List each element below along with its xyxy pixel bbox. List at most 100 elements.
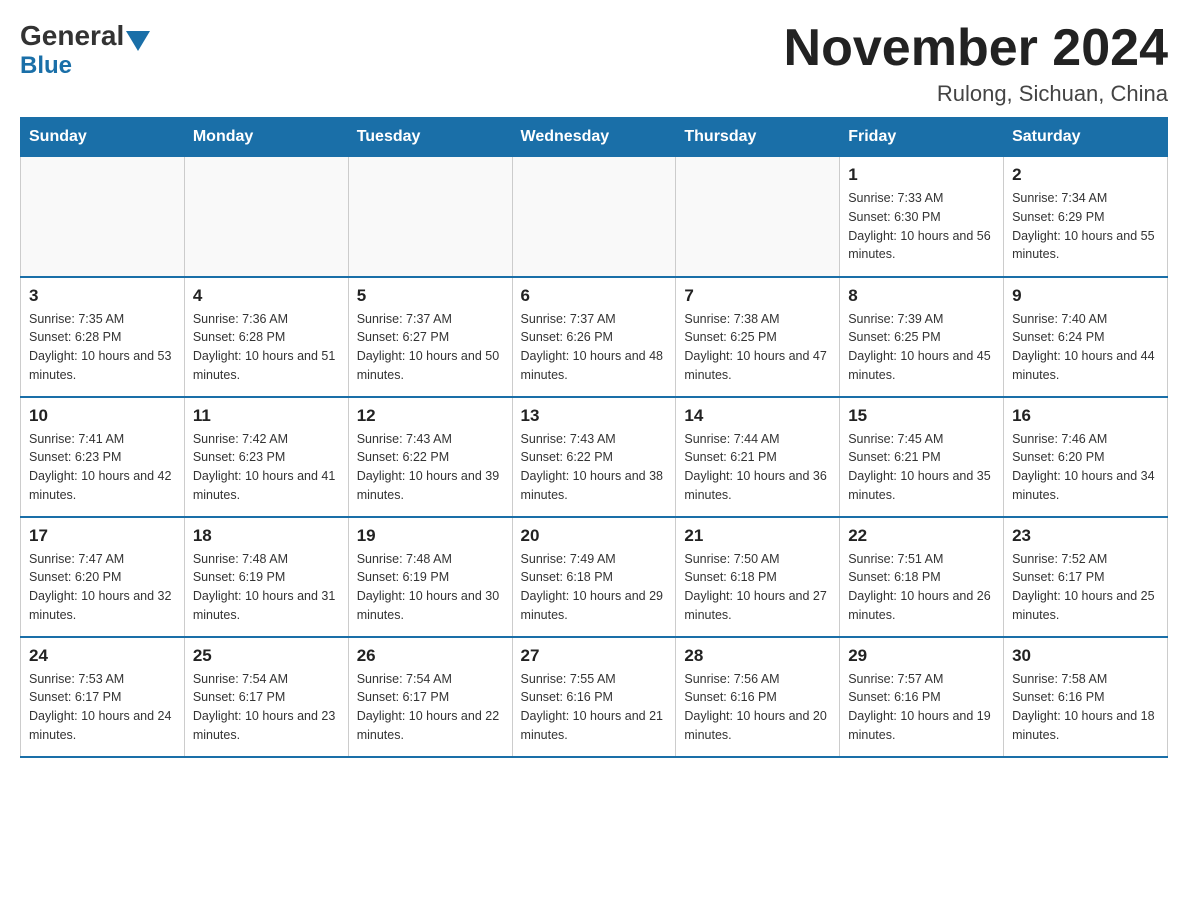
header-wednesday: Wednesday [512, 118, 676, 157]
calendar-cell [21, 157, 185, 277]
day-info: Sunrise: 7:51 AMSunset: 6:18 PMDaylight:… [848, 550, 995, 625]
logo-triangle-icon [126, 31, 150, 51]
calendar-cell: 30Sunrise: 7:58 AMSunset: 6:16 PMDayligh… [1004, 637, 1168, 757]
day-number: 27 [521, 646, 668, 666]
day-info: Sunrise: 7:33 AMSunset: 6:30 PMDaylight:… [848, 189, 995, 264]
calendar-cell: 6 Sunrise: 7:37 AMSunset: 6:26 PMDaylight… [512, 277, 676, 397]
day-info: Sunrise: 7:53 AMSunset: 6:17 PMDaylight:… [29, 670, 176, 745]
calendar-table: SundayMondayTuesdayWednesdayThursdayFrid… [20, 117, 1168, 758]
calendar-cell [184, 157, 348, 277]
calendar-cell: 5Sunrise: 7:37 AMSunset: 6:27 PMDaylight… [348, 277, 512, 397]
calendar-cell: 13Sunrise: 7:43 AMSunset: 6:22 PMDayligh… [512, 397, 676, 517]
day-info: Sunrise: 7:52 AMSunset: 6:17 PMDaylight:… [1012, 550, 1159, 625]
day-info: Sunrise: 7:35 AMSunset: 6:28 PMDaylight:… [29, 310, 176, 385]
calendar-cell: 20 Sunrise: 7:49 AMSunset: 6:18 PMDayligh… [512, 517, 676, 637]
calendar-cell: 29 Sunrise: 7:57 AMSunset: 6:16 PMDayligh… [840, 637, 1004, 757]
day-number: 20 [521, 526, 668, 546]
day-info: Sunrise: 7:47 AMSunset: 6:20 PMDaylight:… [29, 550, 176, 625]
calendar-week-row: 3Sunrise: 7:35 AMSunset: 6:28 PMDaylight… [21, 277, 1168, 397]
calendar-week-row: 17 Sunrise: 7:47 AMSunset: 6:20 PMDayligh… [21, 517, 1168, 637]
title-block: November 2024 Rulong, Sichuan, China [784, 20, 1168, 107]
month-year-title: November 2024 [784, 20, 1168, 77]
day-info: Sunrise: 7:54 AMSunset: 6:17 PMDaylight:… [357, 670, 504, 745]
calendar-cell: 16 Sunrise: 7:46 AMSunset: 6:20 PMDayligh… [1004, 397, 1168, 517]
day-number: 26 [357, 646, 504, 666]
calendar-cell: 3Sunrise: 7:35 AMSunset: 6:28 PMDaylight… [21, 277, 185, 397]
day-info: Sunrise: 7:40 AMSunset: 6:24 PMDaylight:… [1012, 310, 1159, 385]
day-number: 18 [193, 526, 340, 546]
calendar-cell: 9 Sunrise: 7:40 AMSunset: 6:24 PMDaylight… [1004, 277, 1168, 397]
page-header: General Blue November 2024 Rulong, Sichu… [20, 20, 1168, 107]
header-saturday: Saturday [1004, 118, 1168, 157]
day-info: Sunrise: 7:36 AMSunset: 6:28 PMDaylight:… [193, 310, 340, 385]
day-info: Sunrise: 7:48 AMSunset: 6:19 PMDaylight:… [193, 550, 340, 625]
day-info: Sunrise: 7:44 AMSunset: 6:21 PMDaylight:… [684, 430, 831, 505]
calendar-cell: 8 Sunrise: 7:39 AMSunset: 6:25 PMDaylight… [840, 277, 1004, 397]
header-monday: Monday [184, 118, 348, 157]
calendar-cell: 1Sunrise: 7:33 AMSunset: 6:30 PMDaylight… [840, 157, 1004, 277]
calendar-cell: 23 Sunrise: 7:52 AMSunset: 6:17 PMDayligh… [1004, 517, 1168, 637]
day-number: 11 [193, 406, 340, 426]
day-info: Sunrise: 7:38 AMSunset: 6:25 PMDaylight:… [684, 310, 831, 385]
day-info: Sunrise: 7:56 AMSunset: 6:16 PMDaylight:… [684, 670, 831, 745]
calendar-cell [676, 157, 840, 277]
day-number: 10 [29, 406, 176, 426]
calendar-cell: 17 Sunrise: 7:47 AMSunset: 6:20 PMDayligh… [21, 517, 185, 637]
day-info: Sunrise: 7:49 AMSunset: 6:18 PMDaylight:… [521, 550, 668, 625]
day-number: 14 [684, 406, 831, 426]
day-number: 13 [521, 406, 668, 426]
calendar-cell: 14 Sunrise: 7:44 AMSunset: 6:21 PMDayligh… [676, 397, 840, 517]
logo-blue-text: Blue [20, 52, 72, 80]
calendar-cell: 2Sunrise: 7:34 AMSunset: 6:29 PMDaylight… [1004, 157, 1168, 277]
calendar-cell: 22Sunrise: 7:51 AMSunset: 6:18 PMDayligh… [840, 517, 1004, 637]
day-number: 21 [684, 526, 831, 546]
day-number: 25 [193, 646, 340, 666]
day-info: Sunrise: 7:39 AMSunset: 6:25 PMDaylight:… [848, 310, 995, 385]
calendar-cell: 27Sunrise: 7:55 AMSunset: 6:16 PMDayligh… [512, 637, 676, 757]
day-number: 23 [1012, 526, 1159, 546]
header-tuesday: Tuesday [348, 118, 512, 157]
day-number: 9 [1012, 286, 1159, 306]
location-subtitle: Rulong, Sichuan, China [784, 81, 1168, 107]
day-number: 6 [521, 286, 668, 306]
calendar-cell: 15 Sunrise: 7:45 AMSunset: 6:21 PMDayligh… [840, 397, 1004, 517]
calendar-cell: 4Sunrise: 7:36 AMSunset: 6:28 PMDaylight… [184, 277, 348, 397]
day-number: 15 [848, 406, 995, 426]
day-number: 28 [684, 646, 831, 666]
calendar-cell: 26 Sunrise: 7:54 AMSunset: 6:17 PMDayligh… [348, 637, 512, 757]
calendar-header-row: SundayMondayTuesdayWednesdayThursdayFrid… [21, 118, 1168, 157]
day-info: Sunrise: 7:50 AMSunset: 6:18 PMDaylight:… [684, 550, 831, 625]
calendar-cell: 11Sunrise: 7:42 AMSunset: 6:23 PMDayligh… [184, 397, 348, 517]
day-number: 7 [684, 286, 831, 306]
calendar-week-row: 10Sunrise: 7:41 AMSunset: 6:23 PMDayligh… [21, 397, 1168, 517]
day-info: Sunrise: 7:57 AMSunset: 6:16 PMDaylight:… [848, 670, 995, 745]
calendar-cell: 19 Sunrise: 7:48 AMSunset: 6:19 PMDayligh… [348, 517, 512, 637]
calendar-cell [348, 157, 512, 277]
day-number: 8 [848, 286, 995, 306]
calendar-cell: 18 Sunrise: 7:48 AMSunset: 6:19 PMDayligh… [184, 517, 348, 637]
day-info: Sunrise: 7:58 AMSunset: 6:16 PMDaylight:… [1012, 670, 1159, 745]
calendar-cell: 7 Sunrise: 7:38 AMSunset: 6:25 PMDaylight… [676, 277, 840, 397]
day-number: 24 [29, 646, 176, 666]
day-number: 29 [848, 646, 995, 666]
logo: General Blue [20, 20, 152, 80]
day-info: Sunrise: 7:46 AMSunset: 6:20 PMDaylight:… [1012, 430, 1159, 505]
calendar-cell: 28 Sunrise: 7:56 AMSunset: 6:16 PMDayligh… [676, 637, 840, 757]
day-info: Sunrise: 7:37 AMSunset: 6:26 PMDaylight:… [521, 310, 668, 385]
calendar-cell: 10Sunrise: 7:41 AMSunset: 6:23 PMDayligh… [21, 397, 185, 517]
header-thursday: Thursday [676, 118, 840, 157]
day-number: 17 [29, 526, 176, 546]
calendar-cell [512, 157, 676, 277]
calendar-cell: 25Sunrise: 7:54 AMSunset: 6:17 PMDayligh… [184, 637, 348, 757]
day-number: 2 [1012, 165, 1159, 185]
day-number: 5 [357, 286, 504, 306]
day-info: Sunrise: 7:48 AMSunset: 6:19 PMDaylight:… [357, 550, 504, 625]
header-sunday: Sunday [21, 118, 185, 157]
calendar-cell: 24 Sunrise: 7:53 AMSunset: 6:17 PMDayligh… [21, 637, 185, 757]
day-number: 19 [357, 526, 504, 546]
day-number: 16 [1012, 406, 1159, 426]
logo-general-text: General [20, 20, 124, 52]
day-info: Sunrise: 7:45 AMSunset: 6:21 PMDaylight:… [848, 430, 995, 505]
calendar-week-row: 24 Sunrise: 7:53 AMSunset: 6:17 PMDayligh… [21, 637, 1168, 757]
calendar-cell: 21 Sunrise: 7:50 AMSunset: 6:18 PMDayligh… [676, 517, 840, 637]
